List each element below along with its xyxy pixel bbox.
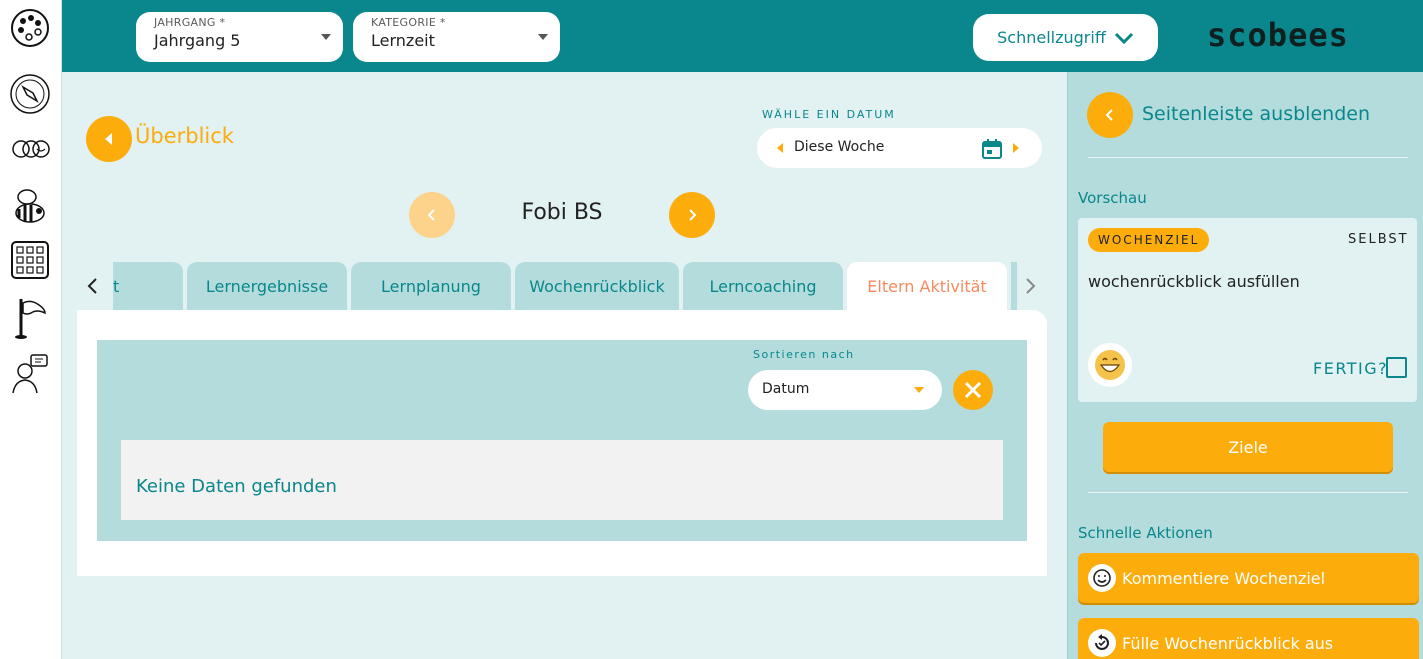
tab-lernplanung[interactable]: Lernplanung (351, 262, 511, 310)
app-rail (0, 0, 62, 659)
action-label: Kommentiere Wochenziel (1122, 568, 1326, 588)
students-icon[interactable] (8, 126, 52, 170)
review-icon (1088, 629, 1116, 657)
tab-lerncoaching[interactable]: Lerncoaching (683, 262, 843, 310)
coaching-icon[interactable] (8, 352, 52, 396)
goals-button[interactable]: Ziele (1103, 422, 1393, 472)
done-checkbox[interactable] (1386, 357, 1407, 378)
category-select-label: KATEGORIE * (371, 16, 446, 29)
previous-week-icon[interactable] (777, 143, 783, 153)
year-select[interactable]: JAHRGANG * Jahrgang 5 (136, 12, 343, 62)
category-select[interactable]: KATEGORIE * Lernzeit (353, 12, 560, 62)
tab-lernergebnisse[interactable]: Lernergebnisse (187, 262, 347, 310)
chevron-left-icon[interactable] (81, 274, 105, 298)
tab-wochenrueckblick[interactable]: Wochenrückblick (515, 262, 679, 310)
comment-goal-button[interactable]: Kommentiere Wochenziel (1078, 553, 1419, 603)
goal-owner: SELBST (1348, 232, 1409, 247)
chevron-right-icon[interactable] (1018, 274, 1042, 298)
hide-sidebar-label[interactable]: Seitenleiste ausblenden (1142, 103, 1370, 125)
tab-label: Wochenrückblick (529, 276, 665, 296)
next-student-button[interactable] (669, 192, 715, 238)
tab-eltern-aktivitaet[interactable]: Eltern Aktivität (847, 262, 1007, 310)
quick-actions-title: Schnelle Aktionen (1078, 524, 1213, 542)
back-label[interactable]: Überblick (135, 124, 234, 148)
chevron-down-icon (1114, 32, 1133, 44)
chevron-right-icon (689, 209, 697, 221)
caret-down-icon (914, 387, 924, 393)
caret-down-icon (538, 34, 548, 40)
date-picker[interactable]: Diese Woche (757, 128, 1042, 168)
quick-access-button[interactable]: Schnellzugriff (973, 14, 1158, 61)
tab-label: Lerncoaching (709, 276, 817, 296)
student-name: Fobi BS (521, 200, 603, 225)
tab-label: t (113, 276, 120, 296)
palette-icon[interactable] (8, 6, 52, 50)
fill-review-button[interactable]: Fülle Wochenrückblick aus (1078, 618, 1419, 659)
tab-overflow (1011, 262, 1017, 310)
calendar-icon[interactable] (981, 138, 1003, 160)
sort-select[interactable]: Datum (748, 370, 942, 410)
tab-label: Lernergebnisse (205, 276, 329, 296)
logo: scobees (1207, 16, 1349, 54)
clear-filter-button[interactable] (953, 370, 993, 410)
tab-partial[interactable]: t (113, 262, 183, 310)
sort-caption: Sortieren nach (753, 348, 855, 361)
goal-text: wochenrückblick ausfüllen (1088, 272, 1300, 291)
date-value: Diese Woche (794, 139, 885, 155)
bee-icon[interactable] (8, 184, 52, 228)
tab-label: Eltern Aktivität (867, 276, 987, 296)
preview-title: Vorschau (1078, 189, 1147, 207)
chevron-left-icon (1105, 109, 1113, 121)
goals-button-label: Ziele (1228, 437, 1268, 457)
sort-select-value: Datum (762, 381, 810, 397)
tab-label: Lernplanung (381, 276, 481, 296)
calendar-grid-icon[interactable] (8, 238, 52, 282)
smiley-icon (1088, 564, 1116, 592)
action-label: Fülle Wochenrückblick aus (1122, 633, 1334, 653)
empty-state-message: Keine Daten gefunden (136, 476, 337, 497)
caret-down-icon (321, 34, 331, 40)
tab-bar: t Lernergebnisse Lernplanung Wochenrückb… (77, 262, 1047, 310)
goal-type-badge: WOCHENZIEL (1088, 228, 1210, 252)
previous-student-button[interactable] (409, 192, 455, 238)
done-label: FERTIG? (1313, 359, 1389, 378)
close-icon (964, 381, 982, 399)
back-button[interactable] (86, 116, 132, 162)
quick-access-label: Schnellzugriff (997, 28, 1106, 47)
hide-sidebar-button[interactable] (1087, 92, 1133, 138)
date-caption: WÄHLE EIN DATUM (762, 108, 896, 121)
divider (1088, 492, 1408, 493)
top-bar: JAHRGANG * Jahrgang 5 KATEGORIE * Lernze… (62, 0, 1423, 72)
year-select-value: Jahrgang 5 (154, 31, 241, 50)
year-select-label: JAHRGANG * (154, 16, 226, 29)
divider (1088, 157, 1408, 158)
chevron-left-icon (427, 209, 435, 221)
next-week-icon[interactable] (1013, 143, 1019, 153)
flag-icon[interactable] (8, 296, 52, 340)
empty-state: Keine Daten gefunden (121, 440, 1003, 520)
compass-icon[interactable] (8, 72, 52, 116)
category-select-value: Lernzeit (371, 31, 435, 50)
grinning-emoji-icon[interactable] (1088, 343, 1132, 387)
caret-left-icon (105, 133, 112, 145)
